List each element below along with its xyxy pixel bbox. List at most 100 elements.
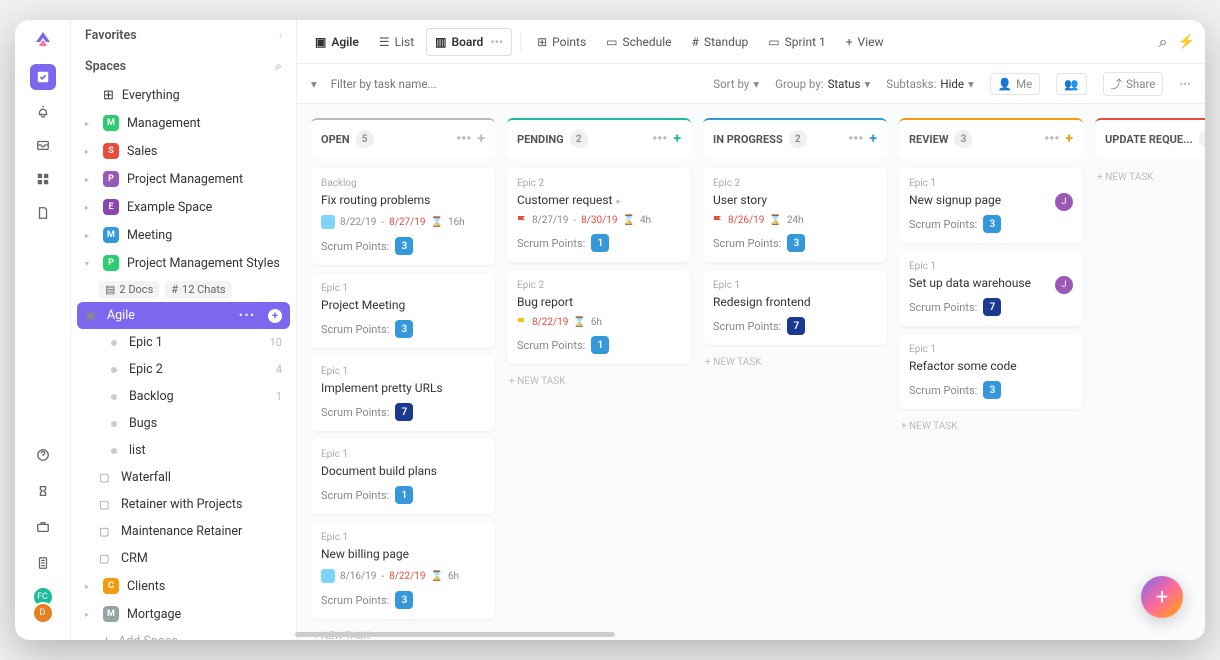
sidebar-folder-agile[interactable]: ▣ Agile ••• +	[77, 302, 290, 329]
card-title: Customer request▸	[517, 193, 621, 207]
sidebar-list-item[interactable]: list	[71, 437, 296, 464]
column-header[interactable]: OPEN5•••+	[311, 118, 495, 158]
sidebar-folder[interactable]: ▢Waterfall	[71, 464, 296, 491]
breadcrumb[interactable]: ▣Agile	[307, 29, 367, 55]
add-view-button[interactable]: +View	[838, 29, 892, 55]
task-card[interactable]: Epic 2 Bug report 8/22/19⌛6h Scrum Point…	[507, 270, 691, 364]
column-add-icon[interactable]: +	[477, 131, 485, 147]
filterbar: ▾ Sort by ▾ Group by: Status ▾ Subtasks:…	[297, 64, 1205, 104]
estimate: 6h	[591, 317, 602, 328]
automation-icon[interactable]: ⚡	[1178, 34, 1195, 50]
task-card[interactable]: Epic 1 Project Meeting Scrum Points:3	[311, 273, 495, 348]
assignees-button[interactable]: 👥	[1056, 73, 1086, 95]
rail-notepad-icon[interactable]	[30, 550, 56, 576]
me-button[interactable]: 👤 Me	[990, 73, 1040, 95]
column-more-icon[interactable]: •••	[1044, 131, 1059, 147]
rail-briefcase-icon[interactable]	[30, 514, 56, 540]
rail-docs-icon[interactable]	[30, 200, 56, 226]
column-add-icon[interactable]: +	[1065, 131, 1073, 147]
column-more-icon[interactable]: •••	[456, 131, 471, 147]
task-card[interactable]: Epic 1 Set up data warehouseJ Scrum Poin…	[899, 251, 1083, 326]
rail-inbox-icon[interactable]	[30, 132, 56, 158]
sidebar-space[interactable]: ▸EExample Space	[71, 193, 296, 221]
scrum-points-value: 3	[983, 215, 1001, 233]
quick-create-button[interactable]: +	[1141, 576, 1183, 618]
search-icon[interactable]: ⌕	[1159, 32, 1168, 52]
task-card[interactable]: Epic 2 Customer request▸ 8/27/19-8/30/19…	[507, 168, 691, 262]
rail-goals-icon[interactable]	[30, 478, 56, 504]
sidebar-list-item[interactable]: Backlog1	[71, 383, 296, 410]
column-header[interactable]: REVIEW3•••+	[899, 118, 1083, 158]
sidebar-list-item[interactable]: Epic 24	[71, 356, 296, 383]
column-add-icon[interactable]: +	[673, 131, 681, 147]
column-title: OPEN	[321, 133, 350, 146]
flag-icon	[517, 216, 527, 226]
favorites-section[interactable]: Favorites‹	[71, 20, 296, 51]
column-header[interactable]: PENDING2•••+	[507, 118, 691, 158]
rail-home-icon[interactable]	[30, 64, 56, 90]
column-more-icon[interactable]: •••	[652, 131, 667, 147]
column-add-icon[interactable]: +	[869, 131, 877, 147]
app-logo[interactable]	[33, 30, 53, 50]
column-count: 2	[570, 130, 588, 148]
add-icon[interactable]: +	[268, 309, 282, 323]
sidebar-space[interactable]: ▸MMortgage	[71, 600, 296, 628]
add-space-button[interactable]: +Add Space	[71, 628, 296, 640]
sidebar-space[interactable]: ▸PProject Management	[71, 165, 296, 193]
rail-notifications-icon[interactable]	[30, 98, 56, 124]
view-list[interactable]: ☰List	[371, 29, 422, 55]
sidebar-space[interactable]: ▸CClients	[71, 572, 296, 600]
rail-avatars[interactable]: FC D	[32, 586, 54, 624]
rail-dashboards-icon[interactable]	[30, 166, 56, 192]
chats-pill[interactable]: # 12 Chats	[165, 281, 231, 298]
more-icon[interactable]: •••	[1179, 77, 1191, 91]
new-task-button[interactable]: + NEW TASK	[1095, 168, 1205, 187]
task-card[interactable]: Epic 2 User story 8/26/19⌛24h Scrum Poin…	[703, 168, 887, 262]
scrum-points-value: 7	[983, 298, 1001, 316]
sidebar-space[interactable]: ▸MMeeting	[71, 221, 296, 249]
view-sprint[interactable]: ▭Sprint 1	[760, 29, 833, 55]
spaces-section[interactable]: Spaces⌕	[71, 51, 296, 82]
view-standup[interactable]: #Standup	[684, 29, 757, 55]
search-icon[interactable]: ⌕	[275, 59, 282, 74]
horizontal-scrollbar[interactable]	[295, 632, 615, 637]
sidebar-space[interactable]: ▸MManagement	[71, 109, 296, 137]
sidebar-space-expanded[interactable]: ▾PProject Management Styles	[71, 249, 296, 277]
filter-icon[interactable]: ▾	[311, 77, 317, 91]
task-card[interactable]: Backlog Fix routing problems 8/22/19-8/2…	[311, 168, 495, 265]
filter-input[interactable]	[331, 77, 486, 91]
scrum-points-label: Scrum Points:	[321, 489, 389, 502]
start-date: 8/16/19	[340, 571, 376, 582]
column-header[interactable]: IN PROGRESS2•••+	[703, 118, 887, 158]
view-schedule[interactable]: ▭Schedule	[598, 29, 679, 55]
new-task-button[interactable]: + NEW TASK	[899, 417, 1083, 436]
scrum-points-label: Scrum Points:	[321, 323, 389, 336]
new-task-button[interactable]: + NEW TASK	[507, 372, 691, 391]
column-header[interactable]: UPDATE REQUE...0•••+	[1095, 118, 1205, 158]
sidebar-space[interactable]: ▸SSales	[71, 137, 296, 165]
sort-button[interactable]: Sort by ▾	[713, 77, 759, 91]
sidebar-folder[interactable]: ▢Maintenance Retainer	[71, 518, 296, 545]
task-card[interactable]: Epic 1 New signup pageJ Scrum Points:3	[899, 168, 1083, 243]
task-card[interactable]: Epic 1 Redesign frontend Scrum Points:7	[703, 270, 887, 345]
task-card[interactable]: Epic 1 Document build plans Scrum Points…	[311, 439, 495, 514]
sidebar-list-item[interactable]: Bugs	[71, 410, 296, 437]
docs-pill[interactable]: ▤ 2 Docs	[99, 281, 159, 298]
group-button[interactable]: Group by: Status ▾	[775, 77, 870, 91]
card-epic: Epic 2	[713, 178, 877, 189]
sidebar-folder[interactable]: ▢CRM	[71, 545, 296, 572]
view-points[interactable]: ⊞Points	[529, 29, 594, 55]
due-date: 8/22/19	[389, 571, 425, 582]
sidebar-folder[interactable]: ▢Retainer with Projects	[71, 491, 296, 518]
task-card[interactable]: Epic 1 New billing page 8/16/19-8/22/19⌛…	[311, 522, 495, 619]
new-task-button[interactable]: + NEW TASK	[703, 353, 887, 372]
rail-help-icon[interactable]	[30, 442, 56, 468]
share-button[interactable]: ⤴ Share	[1103, 72, 1164, 96]
task-card[interactable]: Epic 1 Implement pretty URLs Scrum Point…	[311, 356, 495, 431]
column-more-icon[interactable]: •••	[848, 131, 863, 147]
sidebar-list-item[interactable]: Epic 110	[71, 329, 296, 356]
task-card[interactable]: Epic 1 Refactor some code Scrum Points:3	[899, 334, 1083, 409]
subtasks-button[interactable]: Subtasks: Hide ▾	[886, 77, 974, 91]
view-board[interactable]: ▥Board•••	[426, 28, 512, 56]
sidebar-everything[interactable]: ⊞Everything	[71, 82, 296, 109]
